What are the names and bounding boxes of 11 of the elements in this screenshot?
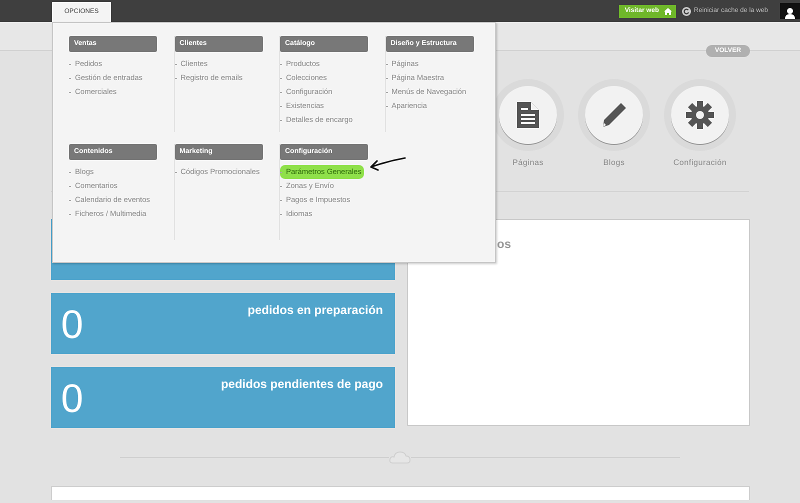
stat-value: 0	[61, 305, 84, 349]
stat-label: pedidos pendientes de pago	[220, 376, 383, 393]
refresh-icon	[682, 6, 691, 16]
panel-title: os	[497, 237, 512, 251]
user-avatar-icon[interactable]	[780, 3, 800, 19]
pencil-icon	[601, 102, 627, 128]
home-icon	[664, 8, 672, 14]
stat-label: pedidos en preparación	[248, 302, 383, 319]
annotation-arrow	[368, 156, 406, 172]
stat-value: 0	[61, 379, 84, 423]
page-icon	[517, 102, 539, 128]
